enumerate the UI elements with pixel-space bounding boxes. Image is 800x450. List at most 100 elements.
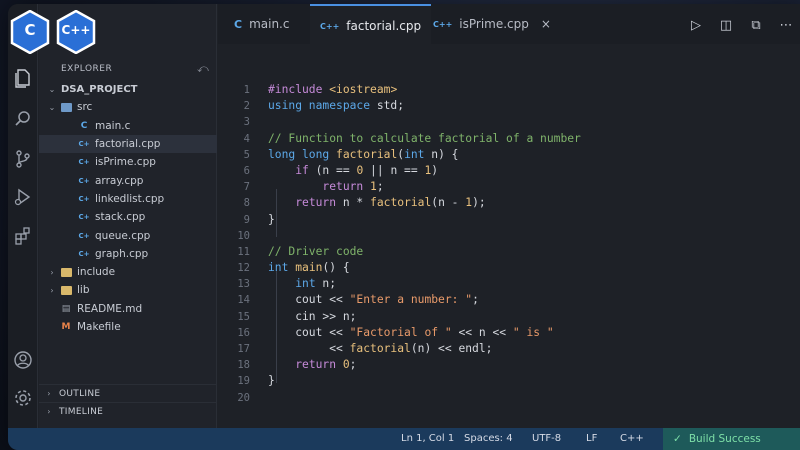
collapse-icon[interactable]: ⤺ (197, 62, 209, 76)
code-line: cout << "Enter a number: "; (268, 293, 479, 307)
project-folder[interactable]: ⌄ DSA_PROJECT (39, 80, 217, 98)
outline-label: OUTLINE (59, 388, 101, 399)
split-editor-icon[interactable]: ◫ (718, 18, 734, 33)
tab-main-c[interactable]: C main.c (224, 4, 299, 44)
file-item[interactable]: C+ stack.cpp (39, 208, 217, 226)
code-line: // Function to calculate factorial of a … (268, 131, 581, 145)
code-line: // Driver code (268, 244, 364, 258)
file-item[interactable]: Cmain.c (39, 117, 217, 135)
settings-icon[interactable] (13, 388, 33, 408)
build-status[interactable]: ✓ Build Success (663, 428, 800, 450)
more-icon[interactable]: ⋯ (778, 18, 794, 33)
tree-item-label: Makefile (77, 321, 121, 333)
code-line: return 0; (295, 358, 357, 372)
line-number: 8 (243, 197, 250, 210)
indentation[interactable]: Spaces: 4 (464, 433, 513, 444)
encoding[interactable]: UTF-8 (532, 433, 561, 444)
chevron-right-icon: › (50, 285, 54, 295)
chevron-right-icon: › (50, 267, 54, 277)
chevron-down-icon: ⌄ (48, 84, 56, 94)
file-item[interactable]: M Makefile (39, 318, 217, 336)
folder-item[interactable]: ⌄ src (39, 98, 217, 116)
toggle-panel-icon[interactable]: ⧉ (748, 18, 764, 33)
tree-item-label: isPrime.cpp (95, 156, 156, 169)
tree-item-label: graph.cpp (95, 247, 149, 260)
folder-shape (60, 102, 72, 112)
line-number: 13 (237, 278, 250, 291)
explorer-title: EXPLORER (61, 64, 113, 74)
folder-icon (60, 266, 72, 278)
source-control-icon[interactable] (13, 149, 33, 169)
code-line: int n; (295, 277, 337, 291)
run-icon[interactable]: ▷ (688, 18, 704, 33)
code-editor[interactable]: 1 2 3 4 5 6 7 8 9 10 11 12 13 14 15 16 17 18 19 20 #include… (218, 66, 800, 428)
tab-bar: C main.c C++ factorial.cpp C++ isPrime.c… (218, 4, 800, 46)
code-line: long long factorial(int n) { (268, 147, 459, 161)
line-number: 5 (243, 148, 250, 161)
build-status-label: Build Success (688, 433, 761, 445)
outline-section[interactable]: › OUTLINE (39, 384, 217, 402)
file-item[interactable]: ▤ README.md (39, 300, 217, 318)
cpp-file-icon: C+ (78, 158, 90, 167)
line-number: 6 (243, 164, 250, 177)
chevron-right-icon: › (47, 389, 51, 398)
activity-bar (8, 4, 38, 428)
line-number: 20 (237, 391, 250, 404)
line-number: 9 (243, 213, 250, 226)
timeline-section[interactable]: › TIMELINE (39, 402, 217, 420)
c-logo-icon: C (10, 9, 50, 55)
cpp-file-icon: C++ (433, 19, 453, 29)
cpp-file-icon: C+ (78, 249, 90, 258)
close-icon[interactable]: × (541, 17, 551, 31)
file-item[interactable]: C+ queue.cpp (39, 226, 217, 244)
tree-item-label: main.c (95, 119, 131, 132)
line-number: 7 (243, 181, 250, 194)
folder-item[interactable]: › lib (39, 281, 217, 299)
extensions-icon[interactable] (13, 226, 33, 246)
tree-item-label: factorial.cpp (95, 138, 161, 151)
cpp-logo-icon: C++ (56, 9, 96, 55)
account-icon[interactable] (13, 350, 33, 370)
check-icon: ✓ (673, 433, 682, 445)
code-line: << factorial(n) << endl; (268, 342, 493, 355)
timeline-label: TIMELINE (59, 406, 104, 417)
file-item[interactable]: C+ isPrime.cpp (39, 153, 217, 171)
language-mode[interactable]: C++ (620, 433, 644, 444)
cursor-position[interactable]: Ln 1, Col 1 (401, 433, 454, 444)
folder-shape (60, 285, 72, 295)
line-numbers: 1 2 3 4 5 6 7 8 9 10 11 12 13 14 15 16 17 18 19 20 (218, 82, 250, 406)
code-line: } (268, 212, 275, 226)
run-debug-icon[interactable] (13, 187, 33, 207)
editor-window: EXPLORER ⤺ ⌄ DSA_PROJECT ⌄ src Cmain.c C+ fa… (8, 4, 800, 450)
tab-label: factorial.cpp (346, 19, 422, 33)
line-number: 17 (237, 343, 250, 355)
tree-item-label: src (77, 101, 93, 114)
tab-isprime-cpp[interactable]: C++ isPrime.cpp × (423, 4, 561, 44)
code-line: using namespace std; (268, 99, 405, 113)
files-icon[interactable] (13, 68, 33, 88)
line-number: 10 (237, 229, 250, 242)
tree-item-label: linkedlist.cpp (95, 192, 165, 205)
markdown-file-icon: ▤ (61, 303, 71, 314)
search-icon[interactable] (13, 109, 33, 129)
explorer-sidebar: EXPLORER ⤺ ⌄ DSA_PROJECT ⌄ src Cmain.c C+ fa… (39, 4, 217, 428)
file-item[interactable]: C+ linkedlist.cpp (39, 190, 217, 208)
line-ending[interactable]: LF (586, 433, 597, 444)
tree-item-label: lib (77, 284, 90, 297)
c-logo-text: C (24, 21, 36, 39)
cpp-file-icon: C+ (78, 194, 90, 203)
tree-item-label: README.md (77, 302, 143, 315)
tree-item-label: array.cpp (95, 174, 144, 187)
file-item[interactable]: C+ factorial.cpp (39, 134, 217, 154)
c-file-icon: C (80, 120, 88, 131)
tab-factorial-cpp[interactable]: C++ factorial.cpp (310, 4, 432, 46)
code-line: return n * factorial(n - 1); (295, 196, 486, 210)
code-line: cin >> n; (268, 309, 357, 323)
file-item[interactable]: C+ graph.cpp (39, 245, 217, 263)
code-content[interactable]: #include <iostream> using namespace std;… (268, 82, 581, 406)
folder-item[interactable]: › include (39, 263, 217, 281)
file-item[interactable]: C+ array.cpp (39, 171, 217, 189)
cpp-file-icon: C+ (78, 176, 90, 185)
